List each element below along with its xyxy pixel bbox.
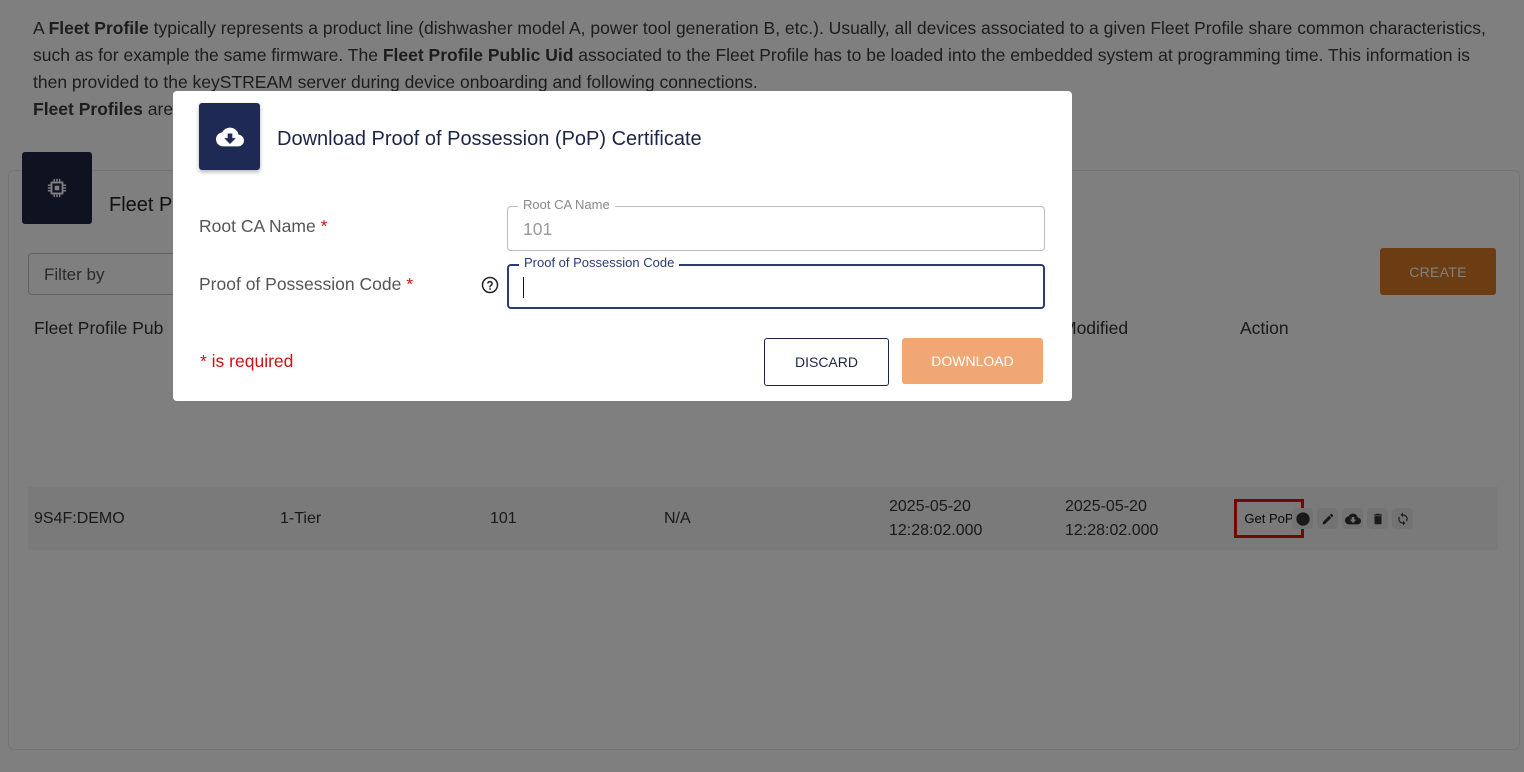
dialog-title: Download Proof of Possession (PoP) Certi… bbox=[277, 128, 702, 150]
root-ca-label: Root CA Name * bbox=[199, 216, 328, 236]
required-star: * bbox=[406, 274, 414, 294]
pop-code-input[interactable]: Proof of Possession Code bbox=[507, 256, 1045, 309]
cloud-download-icon bbox=[215, 127, 244, 146]
dialog-icon-box bbox=[199, 103, 260, 170]
root-ca-name-field: Root CA Name 101 bbox=[507, 198, 1045, 251]
pop-code-field-legend: Proof of Possession Code bbox=[519, 256, 680, 270]
pop-code-label: Proof of Possession Code * bbox=[199, 274, 414, 294]
root-ca-field-value: 101 bbox=[523, 219, 553, 239]
help-icon[interactable] bbox=[481, 276, 499, 294]
text-caret bbox=[523, 277, 524, 298]
root-ca-field-legend: Root CA Name bbox=[518, 198, 615, 212]
required-note: * is required bbox=[200, 351, 294, 371]
required-star: * bbox=[320, 216, 328, 236]
discard-button[interactable]: DISCARD bbox=[764, 338, 889, 386]
download-button[interactable]: DOWNLOAD bbox=[902, 338, 1043, 384]
download-pop-dialog: Download Proof of Possession (PoP) Certi… bbox=[173, 91, 1072, 401]
